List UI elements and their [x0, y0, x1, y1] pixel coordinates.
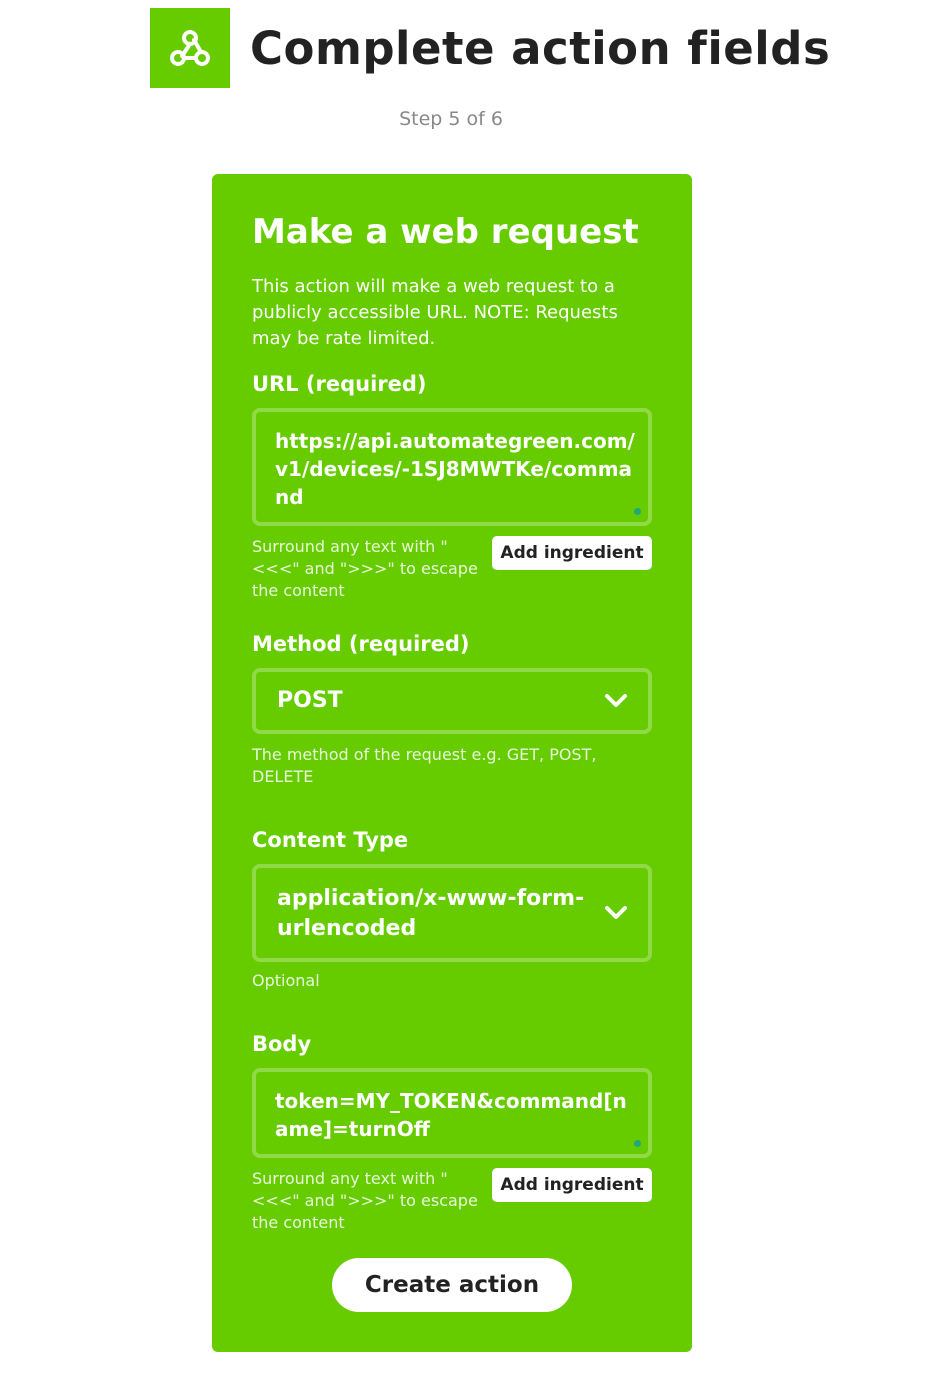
body-field[interactable]: token=MY_TOKEN&command[name]=turnOff: [252, 1068, 652, 1158]
url-add-ingredient-button[interactable]: Add ingredient: [492, 536, 652, 570]
url-label: URL (required): [252, 372, 427, 396]
body-value: token=MY_TOKEN&command[name]=turnOff: [275, 1089, 627, 1141]
resize-handle-icon[interactable]: [634, 1140, 641, 1147]
chevron-down-icon: [605, 694, 627, 707]
body-label: Body: [252, 1032, 312, 1056]
chevron-down-icon: [605, 906, 627, 919]
create-action-button[interactable]: Create action: [332, 1258, 572, 1312]
method-value: POST: [277, 688, 343, 713]
step-indicator: Step 5 of 6: [399, 108, 503, 130]
url-helper: Surround any text with "<<<" and ">>>" t…: [252, 537, 478, 600]
method-select[interactable]: POST: [252, 668, 652, 734]
url-field[interactable]: https://api.automategreen.com/v1/devices…: [252, 408, 652, 526]
method-helper: The method of the request e.g. GET, POST…: [252, 745, 597, 786]
page: Complete action fields Step 5 of 6 Make …: [0, 0, 938, 1376]
url-value: https://api.automategreen.com/v1/devices…: [275, 429, 635, 509]
body-helper: Surround any text with "<<<" and ">>>" t…: [252, 1169, 478, 1232]
body-add-ingredient-button[interactable]: Add ingredient: [492, 1168, 652, 1202]
action-card: Make a web request This action will make…: [212, 174, 692, 1352]
card-description: This action will make a web request to a…: [252, 276, 618, 349]
content-type-select[interactable]: application/x-www-form-urlencoded: [252, 864, 652, 962]
content-type-helper: Optional: [252, 971, 320, 990]
resize-handle-icon[interactable]: [634, 508, 641, 515]
page-title: Complete action fields: [250, 21, 831, 75]
content-type-label: Content Type: [252, 828, 409, 852]
card-title: Make a web request: [252, 212, 639, 252]
webhooks-icon: [150, 8, 230, 88]
method-label: Method (required): [252, 632, 470, 656]
header: Complete action fields: [150, 8, 830, 88]
content-type-value: application/x-www-form-urlencoded: [277, 886, 585, 941]
